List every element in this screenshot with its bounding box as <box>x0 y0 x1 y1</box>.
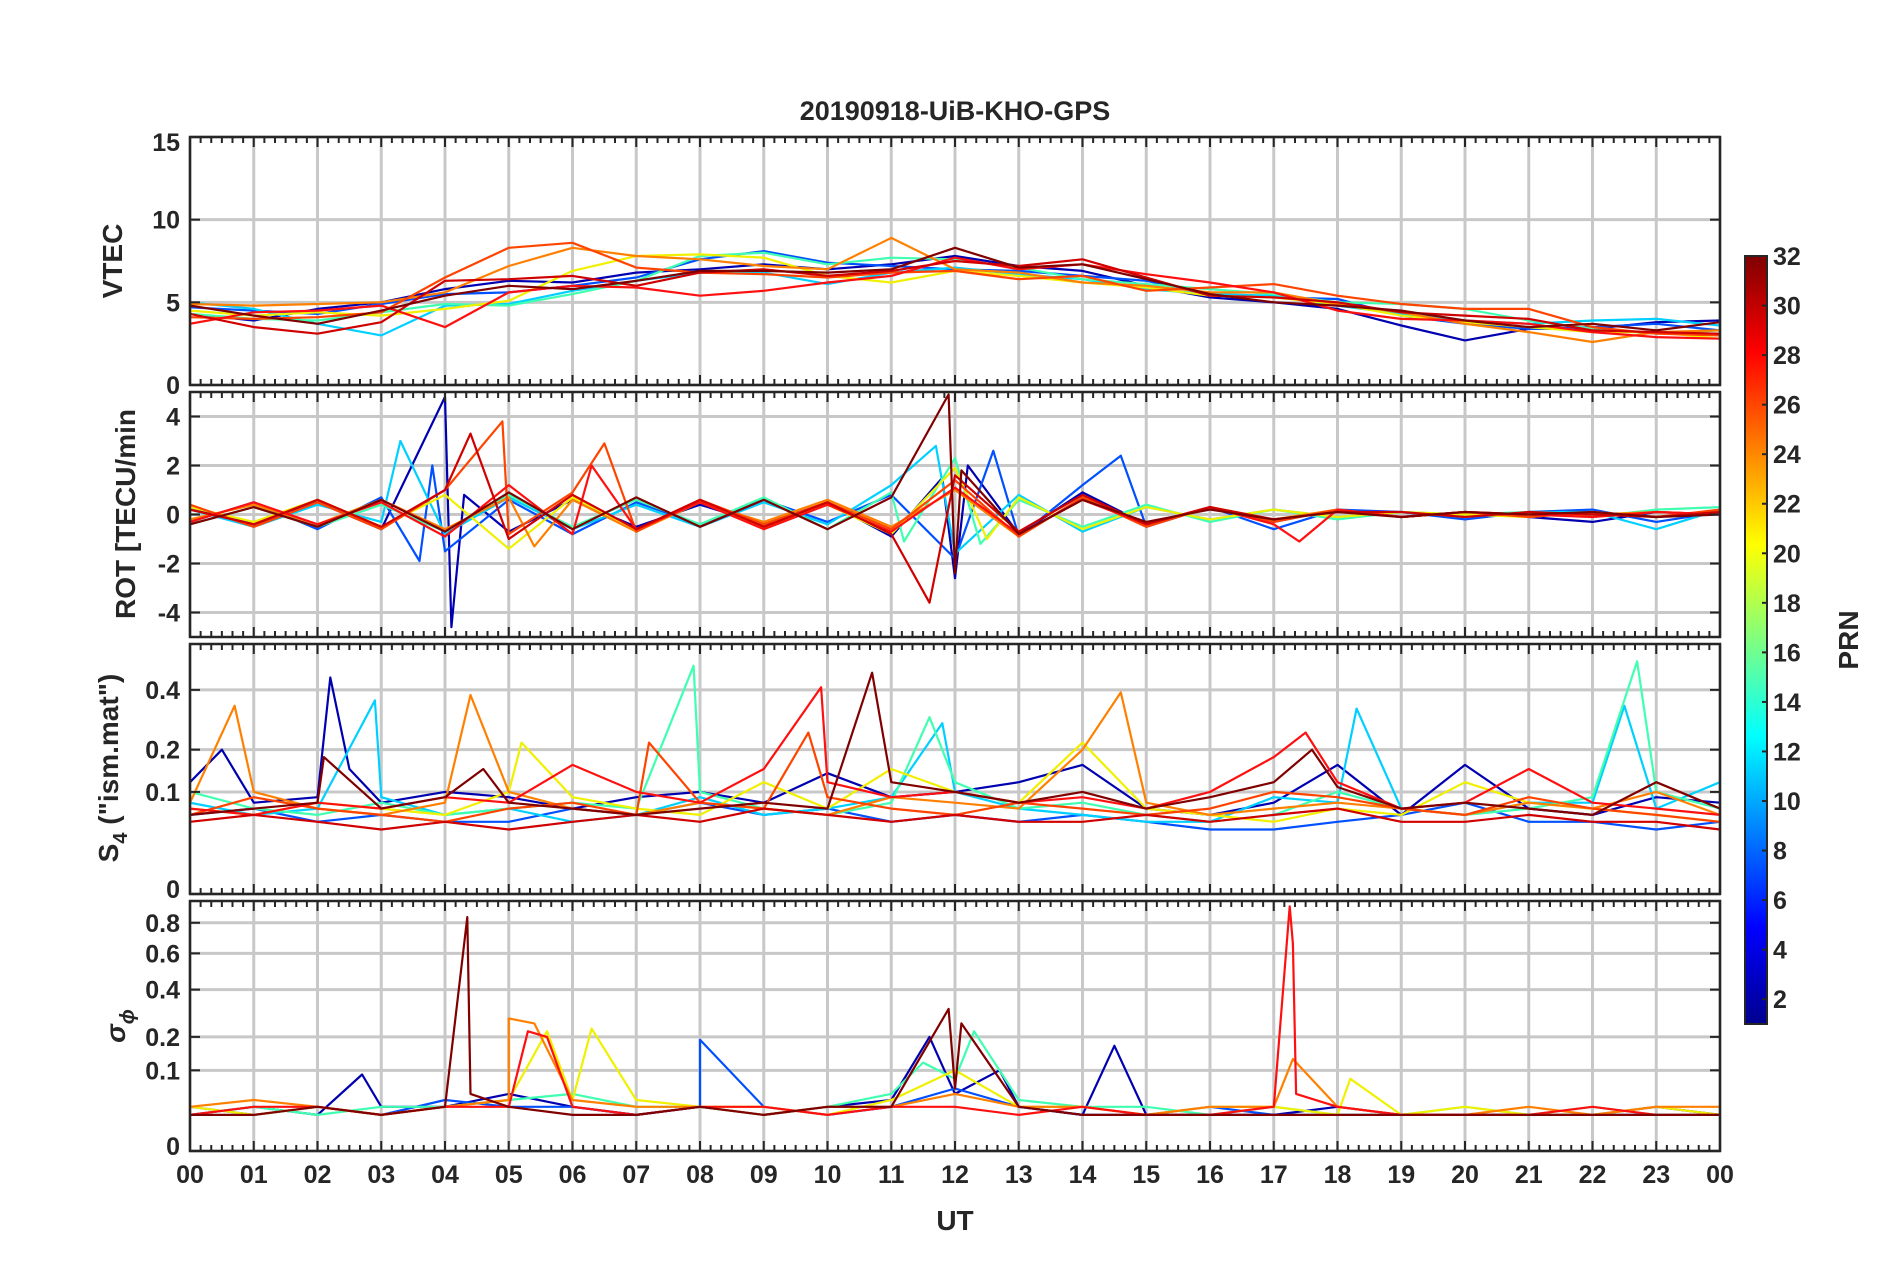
colorbar-tick-label: 6 <box>1773 887 1787 915</box>
x-tick-label: 20 <box>1451 1161 1479 1189</box>
colorbar-tick-label: 32 <box>1773 243 1801 271</box>
colorbar-tick-label: 30 <box>1773 293 1801 321</box>
x-tick-label: 10 <box>814 1161 842 1189</box>
colorbar-label: PRN <box>1833 610 1864 669</box>
x-tick-label: 00 <box>1706 1161 1734 1189</box>
y-axis-title-main: VTEC <box>97 224 128 299</box>
y-tick-label: 0 <box>166 876 180 904</box>
x-tick-label: 14 <box>1069 1161 1097 1189</box>
x-tick-label: 07 <box>622 1161 650 1189</box>
x-tick-label: 02 <box>304 1161 332 1189</box>
x-tick-label: 00 <box>176 1161 204 1189</box>
colorbar-tick-label: 12 <box>1773 738 1801 766</box>
y-axis-title-main: S <box>93 844 124 863</box>
y-axis-title-s4: S4 ("ism.mat") <box>93 674 132 863</box>
y-tick-label: 0 <box>166 502 180 530</box>
y-tick-label: -4 <box>158 600 180 628</box>
x-tick-label: 21 <box>1515 1161 1543 1189</box>
colorbar: 2468101214161820222426283032 PRN <box>1744 243 1864 1025</box>
y-axis-title-vtec: VTEC <box>97 224 128 299</box>
colorbar-gradient <box>1744 255 1768 1025</box>
y-tick-label: 0 <box>166 1133 180 1161</box>
x-axis: 00 01 02 03 04 05 06 07 08 09 10 11 12 13 14 15 16 17 18 19… <box>176 1161 1734 1189</box>
y-tick-label: 5 <box>166 289 180 317</box>
colorbar-tick-label: 26 <box>1773 392 1801 420</box>
y-tick-label: 2 <box>166 453 180 481</box>
colorbar-tick-label: 18 <box>1773 590 1801 618</box>
x-tick-label: 08 <box>686 1161 714 1189</box>
colorbar-tick-label: 22 <box>1773 491 1801 519</box>
x-tick-label: 09 <box>750 1161 778 1189</box>
panels: 0 5 10 15 VTEC -4 -2 0 2 4 ROT [TECU/min 0 0.1 0.2 0.4… <box>93 129 1722 1161</box>
x-tick-label: 13 <box>1005 1161 1033 1189</box>
y-tick-label: 15 <box>152 129 180 157</box>
y-axis-title-sigma_phi: σϕ <box>100 1009 139 1043</box>
x-tick-label: 19 <box>1387 1161 1415 1189</box>
y-axis-title-rot: ROT [TECU/min <box>110 409 141 619</box>
colorbar-tick-label: 16 <box>1773 639 1801 667</box>
y-tick-label: 0.1 <box>145 1057 180 1085</box>
x-tick-label: 22 <box>1579 1161 1607 1189</box>
y-tick-label: 0.2 <box>145 737 180 765</box>
panel-rot: -4 -2 0 2 4 ROT [TECU/min <box>110 390 1722 639</box>
y-tick-label: 0.4 <box>145 677 180 705</box>
grid-sigma_phi <box>188 901 1722 1153</box>
figure-title: 20190918-UiB-KHO-GPS <box>800 96 1111 126</box>
colorbar-tick-label: 20 <box>1773 540 1801 568</box>
x-tick-label: 06 <box>559 1161 587 1189</box>
figure: 20190918-UiB-KHO-GPS 051015VTEC-4-2024RO… <box>93 96 1864 1236</box>
y-tick-label: 0.8 <box>145 910 180 938</box>
x-tick-label: 17 <box>1260 1161 1288 1189</box>
panel-s4: 0 0.1 0.2 0.4 S4 ("ism.mat") <box>93 642 1722 904</box>
y-axis-title-main: σ <box>100 1023 131 1043</box>
x-tick-label: 05 <box>495 1161 523 1189</box>
y-tick-label: 0.6 <box>145 940 180 968</box>
y-tick-label: 4 <box>166 404 180 432</box>
colorbar-tick-label: 8 <box>1773 838 1787 866</box>
x-tick-label: 04 <box>431 1161 459 1189</box>
grid-s4 <box>188 644 1722 896</box>
colorbar-tick-label: 10 <box>1773 788 1801 816</box>
y-tick-label: 0 <box>166 372 180 400</box>
y-tick-label: 10 <box>152 207 180 235</box>
colorbar-tick-label: 2 <box>1773 986 1787 1014</box>
x-tick-label: 18 <box>1324 1161 1352 1189</box>
y-tick-label: 0.1 <box>145 779 180 807</box>
x-tick-label: 23 <box>1642 1161 1670 1189</box>
x-tick-label: 12 <box>941 1161 969 1189</box>
y-tick-label: 0.4 <box>145 977 180 1005</box>
x-tick-label: 01 <box>240 1161 268 1189</box>
x-tick-label: 03 <box>367 1161 395 1189</box>
x-axis-title: UT <box>936 1205 973 1236</box>
x-tick-label: 16 <box>1196 1161 1224 1189</box>
y-axis-title-suffix: ("ism.mat") <box>93 674 124 833</box>
colorbar-tick-label: 24 <box>1773 441 1801 469</box>
x-tick-label: 15 <box>1132 1161 1160 1189</box>
y-tick-label: 0.2 <box>145 1024 180 1052</box>
y-axis-title-main: ROT [TECU/min <box>110 409 141 619</box>
colorbar-tick-label: 4 <box>1773 937 1787 965</box>
x-tick-label: 11 <box>878 1161 905 1189</box>
y-tick-label: -2 <box>158 551 180 579</box>
panel-sigma_phi: 0 0.1 0.2 0.4 0.60.8 σϕ <box>100 899 1722 1161</box>
colorbar-tick-label: 14 <box>1773 689 1801 717</box>
y-axis-title-subscript: ϕ <box>117 1009 139 1024</box>
colorbar-tick-label: 28 <box>1773 342 1801 370</box>
panel-vtec: 0 5 10 15 VTEC <box>97 129 1722 400</box>
